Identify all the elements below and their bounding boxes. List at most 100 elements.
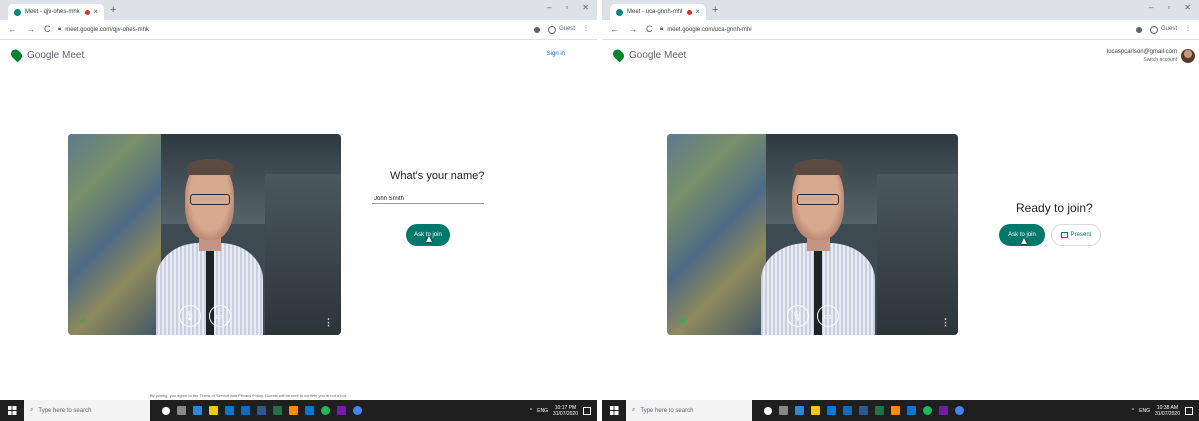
excel-icon[interactable]: [875, 406, 884, 415]
reload-icon[interactable]: C: [646, 23, 653, 36]
minimize-icon[interactable]: –: [1149, 3, 1153, 12]
omnibox[interactable]: 🔒︎ meet.google.com/qjv-ohes-mhk: [58, 23, 487, 36]
language-indicator[interactable]: ENG: [1139, 408, 1150, 414]
show-hidden-icon[interactable]: ^: [1132, 408, 1134, 414]
browser-tab[interactable]: Meet - uca-gnnh-mhl ×: [610, 4, 706, 20]
forward-icon[interactable]: →: [628, 23, 637, 36]
language-indicator[interactable]: ENG: [537, 408, 548, 414]
cortana-icon[interactable]: [764, 406, 772, 415]
reload-icon[interactable]: C: [44, 23, 51, 36]
notification-icon[interactable]: [1185, 406, 1193, 415]
video-preview: ılı 🎙︎ ▭ ⋮: [667, 134, 958, 335]
left-screen: Meet - qjv-ohes-mhk × + – ▫ ✕ ← → C 🔒︎ m…: [0, 0, 597, 421]
taskbar-search[interactable]: ⌕ Type here to search: [626, 400, 752, 421]
guest-profile[interactable]: Guest: [547, 23, 575, 36]
nav-buttons: ← → C: [610, 23, 653, 36]
microphone-icon[interactable]: 🎙︎: [786, 305, 809, 327]
show-hidden-icon[interactable]: ^: [530, 408, 532, 414]
onenote-icon[interactable]: [939, 406, 948, 415]
cortana-icon[interactable]: [162, 406, 170, 415]
maximize-icon[interactable]: ▫: [1167, 3, 1170, 12]
close-tab-icon[interactable]: ×: [93, 8, 98, 16]
menu-icon[interactable]: ⋮: [1185, 23, 1191, 36]
word-icon[interactable]: [859, 406, 868, 415]
onenote-icon[interactable]: [337, 406, 346, 415]
mail-icon[interactable]: [843, 406, 852, 415]
notification-icon[interactable]: [583, 406, 591, 415]
edge-icon[interactable]: [795, 406, 804, 415]
close-tab-icon[interactable]: ×: [695, 8, 700, 16]
search-icon: ⌕: [30, 407, 34, 413]
ask-to-join-button[interactable]: Ask to join: [406, 224, 450, 246]
app-icon[interactable]: [891, 406, 900, 415]
start-button[interactable]: [602, 400, 626, 421]
avatar[interactable]: [1181, 49, 1195, 63]
address-bar: ← → C 🔒︎ meet.google.com/uca-gnnh-mhl Gu…: [602, 20, 1199, 40]
more-options-icon[interactable]: ⋮: [941, 318, 950, 327]
guest-profile[interactable]: Guest: [1149, 23, 1177, 36]
minimize-icon[interactable]: –: [547, 3, 551, 12]
close-window-icon[interactable]: ✕: [1184, 3, 1191, 12]
new-tab-icon[interactable]: +: [712, 3, 718, 17]
menu-icon[interactable]: ⋮: [583, 23, 589, 36]
forward-icon[interactable]: →: [26, 23, 35, 36]
audio-level-icon: ılı: [679, 316, 686, 325]
spotify-icon[interactable]: [321, 406, 330, 415]
browser-tools: Guest ⋮: [1135, 23, 1191, 36]
taskbar-search[interactable]: ⌕ Type here to search: [24, 400, 150, 421]
guest-label: Guest: [1160, 26, 1177, 32]
store-icon[interactable]: [827, 406, 836, 415]
name-input[interactable]: [372, 190, 484, 204]
present-icon: ↑: [1060, 232, 1068, 238]
clock[interactable]: 10:38 AM 31/07/2020: [1155, 405, 1180, 417]
browser-tab[interactable]: Meet - qjv-ohes-mhk ×: [8, 4, 104, 20]
store-icon[interactable]: [225, 406, 234, 415]
file-explorer-icon[interactable]: [209, 406, 218, 415]
camera-icon[interactable]: ▭: [208, 305, 231, 327]
app-icon[interactable]: [907, 406, 916, 415]
sign-in-link[interactable]: Sign in: [547, 51, 565, 57]
tab-title: Meet - uca-gnnh-mhl: [627, 9, 683, 15]
account-email: lucaspcarlson@gmail.com: [1106, 49, 1177, 55]
chrome-icon[interactable]: [353, 406, 362, 415]
app-icon[interactable]: [305, 406, 314, 415]
meet-logo-icon: [611, 47, 626, 63]
microphone-icon[interactable]: 🎙︎: [178, 305, 201, 327]
url-text: meet.google.com/qjv-ohes-mhk: [65, 26, 149, 33]
account-info[interactable]: lucaspcarlson@gmail.com Switch account: [1107, 48, 1177, 64]
mail-icon[interactable]: [241, 406, 250, 415]
close-window-icon[interactable]: ✕: [582, 3, 589, 12]
camera-indicator-icon[interactable]: [1135, 26, 1142, 33]
windows-logo-icon: [609, 406, 619, 415]
word-icon[interactable]: [257, 406, 266, 415]
present-button[interactable]: ↑ Present: [1051, 224, 1101, 246]
switch-account-link[interactable]: Switch account: [1107, 56, 1177, 64]
profile-icon: [547, 25, 556, 34]
excel-icon[interactable]: [273, 406, 282, 415]
clock[interactable]: 10:17 PM 31/07/2020: [553, 405, 578, 417]
file-explorer-icon[interactable]: [811, 406, 820, 415]
video-background: [68, 134, 161, 335]
media-controls: 🎙︎ ▭: [178, 305, 231, 327]
spotify-icon[interactable]: [923, 406, 932, 415]
edge-icon[interactable]: [193, 406, 202, 415]
chrome-icon[interactable]: [955, 406, 964, 415]
omnibox[interactable]: 🔒︎ meet.google.com/uca-gnnh-mhl: [660, 23, 1089, 36]
more-options-icon[interactable]: ⋮: [324, 318, 333, 327]
maximize-icon[interactable]: ▫: [565, 3, 568, 12]
back-icon[interactable]: ←: [8, 23, 17, 36]
video-background: [876, 174, 958, 335]
video-background: [264, 174, 341, 335]
meet-header: Google Meet lucaspcarlson@gmail.com Swit…: [602, 44, 1199, 70]
search-icon: ⌕: [632, 407, 636, 413]
app-icon[interactable]: [289, 406, 298, 415]
new-tab-icon[interactable]: +: [110, 3, 116, 17]
back-icon[interactable]: ←: [610, 23, 619, 36]
camera-icon[interactable]: ▭: [816, 305, 839, 327]
browser-tabbar: Meet - qjv-ohes-mhk × + – ▫ ✕: [0, 0, 597, 20]
taskbar-apps: [162, 406, 362, 415]
start-button[interactable]: [0, 400, 24, 421]
task-view-icon[interactable]: [177, 406, 186, 415]
camera-indicator-icon[interactable]: [533, 26, 540, 33]
task-view-icon[interactable]: [779, 406, 788, 415]
